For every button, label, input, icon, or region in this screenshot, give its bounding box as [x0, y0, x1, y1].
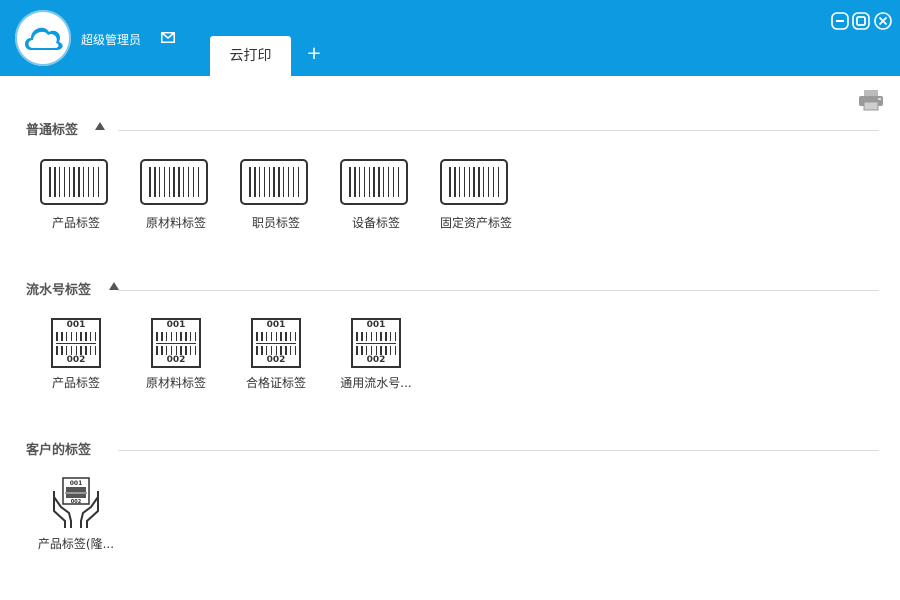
serial-barcode-icon: 001 002 — [351, 318, 401, 368]
serial-number-text: 002 — [266, 355, 286, 365]
serial-template-name: 原材料标签 — [145, 376, 206, 390]
printer-icon[interactable] — [858, 89, 884, 111]
serial-template-item[interactable]: 001 002 产品标签 — [26, 318, 126, 390]
serial-barcode-icon: 001 002 — [51, 318, 101, 368]
serial-template-name: 合格证标签 — [245, 376, 306, 390]
serial-template-item[interactable]: 001 002 合格证标签 — [226, 318, 326, 390]
collapse-triangle-icon[interactable] — [109, 282, 119, 290]
serial-template-name: 通用流水号... — [340, 376, 412, 390]
label-template-name: 原材料标签 — [145, 216, 206, 230]
customer-template-name: 产品标签(隆... — [37, 537, 115, 551]
serial-template-item[interactable]: 001 002 原材料标签 — [126, 318, 226, 390]
serial-number-text: 002 — [366, 355, 386, 365]
serial-number-text: 002 — [66, 355, 86, 365]
section-divider — [118, 450, 879, 451]
cloud-logo-icon — [15, 10, 71, 66]
label-template-item[interactable]: 固定资产标签 — [426, 159, 526, 230]
label-template-item[interactable]: 原材料标签 — [126, 159, 226, 230]
serial-number-text: 001 — [266, 320, 286, 330]
maximize-icon[interactable] — [852, 12, 870, 30]
tab-cloud-print[interactable]: 云打印 — [210, 36, 291, 76]
add-tab-button[interactable]: + — [304, 42, 324, 66]
serial-number-text: 001 — [366, 320, 386, 330]
title-bar: 超级管理员 云打印 + — [0, 0, 900, 76]
barcode-icon — [340, 159, 408, 205]
barcode-icon — [440, 159, 508, 205]
label-template-name: 职员标签 — [251, 216, 300, 230]
label-template-item[interactable]: 职员标签 — [226, 159, 326, 230]
barcode-icon — [40, 159, 108, 205]
svg-text:001: 001 — [70, 480, 83, 487]
label-template-name: 产品标签 — [51, 216, 100, 230]
label-template-item[interactable]: 设备标签 — [326, 159, 426, 230]
section-title-serial: 流水号标签 — [26, 283, 92, 298]
section-divider — [118, 130, 879, 131]
collapse-triangle-icon[interactable] — [95, 122, 105, 130]
section-title-custom: 客户的标签 — [26, 443, 92, 458]
minimize-icon[interactable] — [831, 12, 849, 30]
serial-barcode-icon: 001 002 — [251, 318, 301, 368]
username-label[interactable]: 超级管理员 — [81, 31, 141, 48]
close-icon[interactable] — [874, 12, 892, 30]
section-title-normal: 普通标签 — [26, 123, 79, 138]
svg-text:002: 002 — [71, 499, 82, 505]
section-divider — [118, 290, 879, 291]
hands-barcode-icon: 001 002 — [53, 477, 99, 528]
label-template-item[interactable]: 产品标签 — [26, 159, 126, 230]
serial-number-text: 002 — [166, 355, 186, 365]
serial-template-item[interactable]: 001 002 通用流水号... — [326, 318, 426, 390]
barcode-icon — [140, 159, 208, 205]
serial-barcode-icon: 001 002 — [151, 318, 201, 368]
serial-template-name: 产品标签 — [51, 376, 100, 390]
mail-icon[interactable] — [161, 32, 175, 43]
barcode-icon — [240, 159, 308, 205]
label-template-name: 设备标签 — [351, 216, 400, 230]
customer-template-item[interactable]: 001 002 产品标签(隆... — [26, 477, 126, 551]
serial-number-text: 001 — [166, 320, 186, 330]
label-template-name: 固定资产标签 — [439, 216, 512, 230]
serial-number-text: 001 — [66, 320, 86, 330]
